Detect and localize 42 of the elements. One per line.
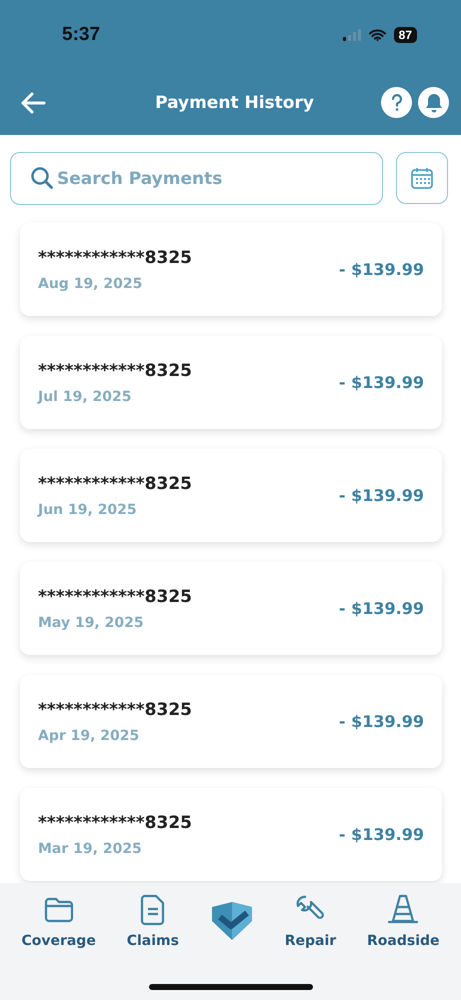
payment-date: May 19, 2025 xyxy=(38,614,145,630)
tab-item[interactable]: Coverage xyxy=(21,893,96,949)
page-title: Payment History xyxy=(155,92,314,112)
payment-amount: - $139.99 xyxy=(338,599,424,618)
card-number: ************8325 xyxy=(38,474,193,494)
payment-amount: - $139.99 xyxy=(338,825,424,844)
payment-date: Aug 19, 2025 xyxy=(38,276,144,292)
payment-card[interactable]: ************8325 Aug 19, 2025 - $139.99 xyxy=(20,223,442,316)
payment-card[interactable]: ************8325 Jun 19, 2025 - $139.99 xyxy=(20,449,442,542)
payment-amount: - $139.99 xyxy=(338,373,424,392)
calendar-icon xyxy=(410,166,434,190)
signal-icon xyxy=(342,29,361,41)
payment-amount: - $139.99 xyxy=(338,712,424,731)
notifications-button[interactable] xyxy=(418,87,449,118)
payment-card[interactable]: ************8325 May 19, 2025 - $139.99 xyxy=(20,562,442,655)
payment-date: Jun 19, 2025 xyxy=(38,502,138,518)
help-button[interactable] xyxy=(381,87,412,118)
card-number: ************8325 xyxy=(38,812,193,832)
back-button[interactable] xyxy=(20,92,46,114)
search-field[interactable]: Search Payments xyxy=(10,152,383,205)
payment-date: Apr 19, 2025 xyxy=(38,728,140,744)
question-mark-icon xyxy=(390,94,404,112)
card-number: ************8325 xyxy=(38,248,193,268)
payment-card[interactable]: ************8325 Jul 19, 2025 - $139.99 xyxy=(20,336,442,429)
wifi-icon xyxy=(368,29,386,41)
shield-check-icon xyxy=(210,901,254,941)
payment-amount: - $139.99 xyxy=(338,486,424,505)
tab-item[interactable]: Repair xyxy=(284,893,336,949)
payment-date: Mar 19, 2025 xyxy=(38,840,143,856)
bell-icon xyxy=(424,92,442,112)
tab-item[interactable]: Roadside xyxy=(367,893,440,949)
tab-item[interactable]: Claims xyxy=(126,893,179,949)
payment-amount: - $139.99 xyxy=(338,260,424,279)
card-number: ************8325 xyxy=(38,586,193,606)
calendar-button[interactable] xyxy=(396,152,448,204)
payment-date: Jul 19, 2025 xyxy=(38,388,132,404)
battery-level: 87 xyxy=(394,27,417,43)
status-time: 5:37 xyxy=(62,24,100,46)
payment-card[interactable]: ************8325 Apr 19, 2025 - $139.99 xyxy=(20,675,442,768)
card-number: ************8325 xyxy=(38,700,193,720)
card-number: ************8325 xyxy=(38,360,193,380)
payment-card[interactable]: ************8325 Mar 19, 2025 - $139.99 xyxy=(20,788,442,881)
